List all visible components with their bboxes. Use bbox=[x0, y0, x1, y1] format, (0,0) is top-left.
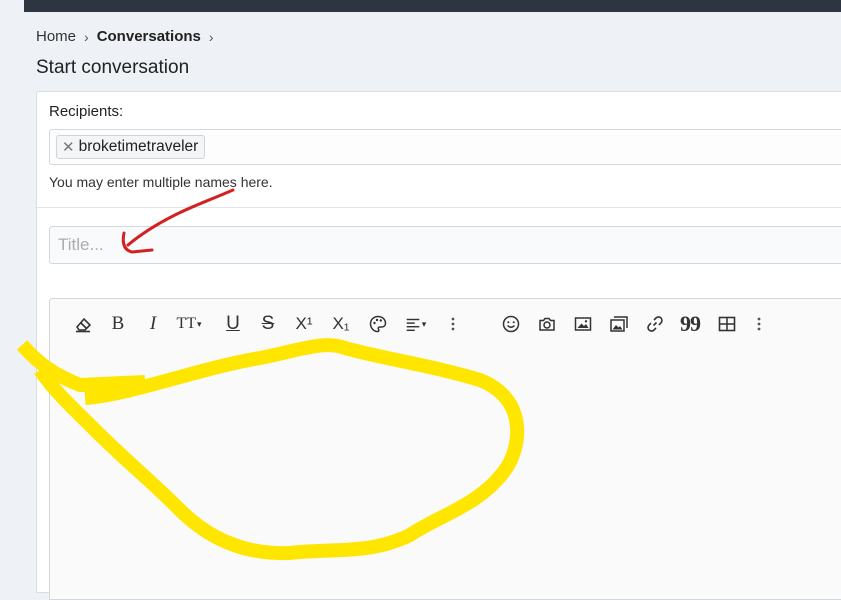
superscript-icon[interactable]: X¹ bbox=[292, 312, 316, 336]
camera-icon[interactable] bbox=[535, 312, 559, 336]
more-options-icon[interactable] bbox=[441, 312, 465, 336]
quote-icon[interactable]: 99 bbox=[678, 311, 702, 336]
table-icon[interactable] bbox=[715, 312, 739, 336]
caret-down-icon: ▾ bbox=[197, 318, 202, 329]
chevron-right-icon: › bbox=[208, 28, 214, 45]
italic-icon[interactable]: I bbox=[141, 312, 165, 336]
bold-icon[interactable]: B bbox=[106, 312, 130, 336]
top-nav-bar bbox=[24, 0, 841, 12]
media-gallery-icon[interactable] bbox=[607, 312, 631, 336]
message-body-area[interactable] bbox=[50, 343, 841, 599]
align-icon[interactable]: ▾ bbox=[398, 312, 432, 336]
message-editor: B I TT ▾ U S X¹ X₁ ▾ 99 bbox=[49, 298, 841, 600]
caret-down-icon: ▾ bbox=[421, 318, 427, 329]
editor-toolbar: B I TT ▾ U S X¹ X₁ ▾ 99 bbox=[50, 299, 841, 343]
chevron-right-icon: › bbox=[84, 28, 89, 45]
strikethrough-icon[interactable]: S bbox=[256, 312, 280, 336]
recipients-label: Recipients: bbox=[49, 103, 124, 120]
breadcrumb-conversations-link[interactable]: Conversations bbox=[97, 28, 201, 45]
image-icon[interactable] bbox=[571, 312, 595, 336]
link-icon[interactable] bbox=[643, 312, 667, 336]
conversation-form: Recipients: ✕ broketimetraveler You may … bbox=[36, 91, 841, 600]
recipients-input[interactable]: ✕ broketimetraveler bbox=[49, 129, 841, 165]
text-size-icon[interactable]: TT ▾ bbox=[174, 312, 204, 336]
breadcrumb-home-link[interactable]: Home bbox=[36, 28, 76, 45]
title-input[interactable] bbox=[49, 226, 841, 264]
subscript-icon[interactable]: X₁ bbox=[329, 312, 353, 336]
divider bbox=[37, 207, 841, 208]
recipient-token-name: broketimetraveler bbox=[78, 138, 199, 155]
remove-token-icon[interactable]: ✕ bbox=[62, 138, 75, 156]
eraser-icon[interactable] bbox=[71, 312, 95, 336]
recipient-token: ✕ broketimetraveler bbox=[56, 135, 206, 159]
underline-icon[interactable]: U bbox=[221, 312, 245, 336]
more-options-icon[interactable] bbox=[747, 312, 771, 336]
palette-icon[interactable] bbox=[366, 312, 390, 336]
recipients-hint: You may enter multiple names here. bbox=[49, 174, 273, 190]
smilie-icon[interactable] bbox=[499, 312, 523, 336]
page-title: Start conversation bbox=[36, 57, 190, 78]
breadcrumb: Home › Conversations › bbox=[36, 28, 222, 45]
